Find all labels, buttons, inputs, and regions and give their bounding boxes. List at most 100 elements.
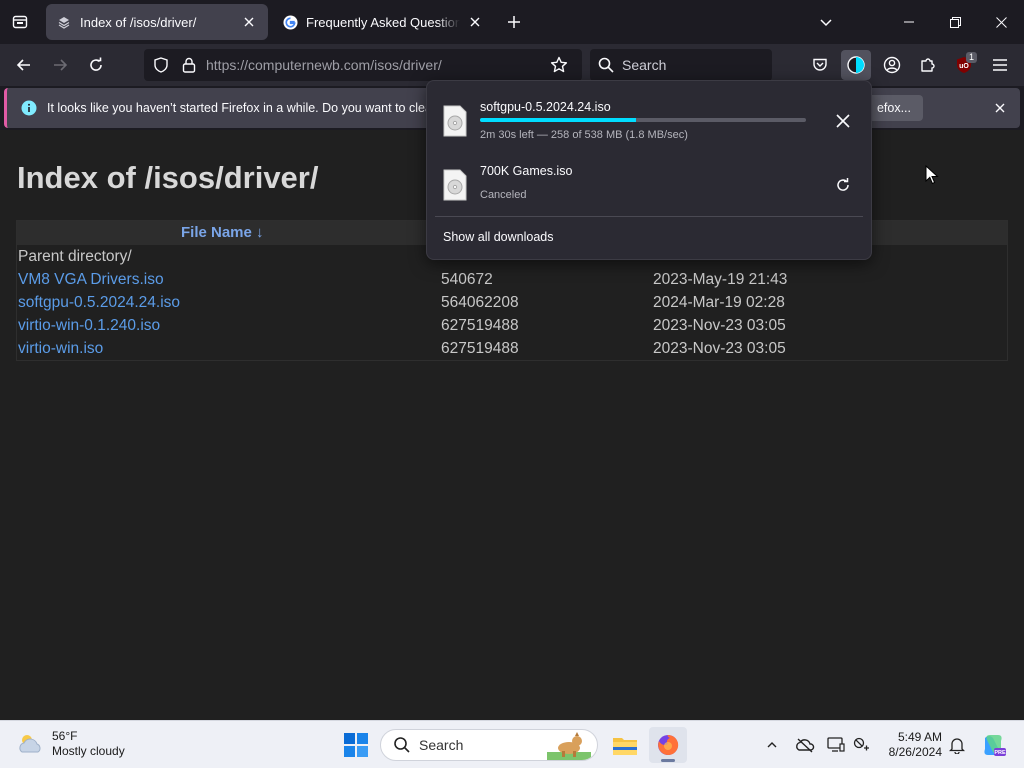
svg-text:uO: uO (959, 63, 969, 70)
tab-close-icon[interactable] (240, 13, 258, 31)
tab-close-icon[interactable] (466, 13, 484, 31)
extensions-button[interactable] (913, 50, 943, 80)
weather-description: Mostly cloudy (52, 744, 125, 758)
weather-text: 56°F Mostly cloudy (52, 729, 125, 759)
cloudy-weather-icon (19, 735, 41, 753)
file-link[interactable]: VM8 VGA Drivers.iso (18, 271, 164, 289)
search-icon (394, 737, 410, 753)
column-header-file-name[interactable]: File Name ↓ (181, 224, 264, 241)
file-size: 564062208 (441, 294, 519, 311)
arrow-left-icon (16, 59, 30, 71)
forward-button[interactable] (45, 50, 75, 80)
hamburger-menu-icon (993, 59, 1007, 71)
download-item[interactable]: 700K Games.iso Canceled (435, 153, 865, 217)
notification-message: It looks like you haven’t started Firefo… (47, 101, 449, 115)
url-text: https://computernewb.com/isos/driver/ (206, 57, 548, 73)
url-path: /isos/driver/ (370, 57, 442, 73)
network-disconnected-icon (853, 737, 869, 751)
svg-text:PRE: PRE (994, 750, 1006, 756)
file-date: 2023-May-19 21:43 (653, 271, 788, 288)
arrow-right-icon (54, 59, 68, 71)
table-row: virtio-win.iso 627519488 2023-Nov-23 03:… (17, 337, 1007, 360)
minimize-button[interactable] (886, 0, 932, 44)
cancel-download-button[interactable] (829, 107, 857, 135)
tracking-protection-shield-icon[interactable] (150, 54, 172, 76)
firefox-taskbar-button[interactable] (649, 727, 687, 763)
file-date: 2023-Nov-23 03:05 (653, 317, 786, 334)
firefox-view-icon (12, 15, 28, 29)
search-placeholder: Search (622, 57, 667, 73)
firefox-view-button[interactable] (6, 8, 34, 36)
list-all-tabs-button[interactable] (812, 8, 840, 36)
bookmark-star-icon[interactable] (548, 54, 570, 76)
network-tray-icon[interactable] (850, 733, 874, 757)
restore-icon (949, 16, 961, 28)
back-button[interactable] (9, 50, 39, 80)
onedrive-tray-icon[interactable] (793, 733, 817, 757)
copilot-button[interactable]: PRE (978, 730, 1008, 760)
new-tab-button[interactable] (502, 10, 526, 34)
table-row: VM8 VGA Drivers.iso 540672 2023-May-19 2… (17, 268, 1007, 291)
tab-strip: Index of /isos/driver/ Frequently Asked … (0, 0, 1024, 44)
show-hidden-icons-button[interactable] (760, 733, 784, 757)
parent-directory-link[interactable]: Parent directory/ (18, 248, 132, 266)
page-heading: Index of /isos/driver/ (17, 160, 319, 195)
pocket-icon (813, 58, 827, 71)
table-row: virtio-win-0.1.240.iso 627519488 2023-No… (17, 314, 1007, 337)
retry-download-button[interactable] (829, 171, 857, 199)
file-explorer-taskbar-button[interactable] (606, 727, 644, 763)
app-menu-button[interactable] (985, 50, 1015, 80)
search-bar[interactable]: Search (590, 49, 772, 81)
download-status: Canceled (480, 189, 527, 201)
clock-date: 8/26/2024 (888, 745, 942, 759)
notification-close-icon[interactable] (992, 100, 1008, 116)
show-all-downloads-button[interactable]: Show all downloads (443, 230, 554, 244)
taskbar-search-box[interactable]: Search (380, 729, 598, 761)
bell-icon (949, 738, 965, 754)
chevron-down-icon (820, 19, 832, 27)
download-progress-fill (480, 118, 637, 122)
reload-icon (90, 57, 102, 71)
taskbar-search-label: Search (419, 737, 464, 753)
tab-faq[interactable]: Frequently Asked Questions | (272, 4, 494, 40)
iso-file-icon (443, 105, 467, 137)
downloads-button[interactable] (841, 50, 871, 80)
notifications-button[interactable] (945, 733, 969, 757)
chevron-up-icon (767, 742, 777, 748)
copilot-icon: PRE (984, 735, 1006, 756)
display-tray-icon[interactable] (824, 733, 848, 757)
panel-separator (435, 216, 863, 217)
download-filename: softgpu-0.5.2024.24.iso (480, 100, 611, 114)
file-date: 2023-Nov-23 03:05 (653, 340, 786, 357)
tab-index-isos-driver[interactable]: Index of /isos/driver/ (46, 4, 268, 40)
retry-icon (837, 178, 849, 191)
window-controls (886, 0, 1024, 44)
table-row: softgpu-0.5.2024.24.iso 564062208 2024-M… (17, 291, 1007, 314)
weather-widget[interactable]: 56°F Mostly cloudy (16, 729, 125, 759)
download-item[interactable]: softgpu-0.5.2024.24.iso 2m 30s left — 25… (435, 89, 865, 153)
pocket-button[interactable] (805, 50, 835, 80)
file-date: 2024-Mar-19 02:28 (653, 294, 785, 311)
address-bar[interactable]: https://computernewb.com/isos/driver/ (144, 49, 582, 81)
close-window-button[interactable] (978, 0, 1024, 44)
file-size: 627519488 (441, 317, 519, 334)
windows-start-icon[interactable] (342, 731, 370, 759)
page-favicon-icon (56, 14, 72, 30)
account-icon (883, 56, 901, 74)
ublock-origin-button[interactable]: uO 1 (949, 50, 979, 80)
puzzle-piece-icon (921, 58, 935, 72)
restore-button[interactable] (932, 0, 978, 44)
account-button[interactable] (877, 50, 907, 80)
clock[interactable]: 5:49 AM 8/26/2024 (878, 730, 942, 760)
cloud-offline-icon (796, 738, 815, 753)
reload-button[interactable] (81, 50, 111, 80)
windows-taskbar: 56°F Mostly cloudy Search 5:49 AM 8/26/2… (0, 720, 1024, 768)
search-icon (598, 56, 616, 74)
tab-title: Index of /isos/driver/ (80, 14, 197, 30)
file-link[interactable]: virtio-win-0.1.240.iso (18, 317, 160, 335)
file-link[interactable]: softgpu-0.5.2024.24.iso (18, 294, 180, 312)
extension-badge: 1 (965, 52, 977, 63)
plus-icon (508, 16, 520, 28)
lock-icon[interactable] (178, 54, 200, 76)
file-link[interactable]: virtio-win.iso (18, 340, 103, 358)
